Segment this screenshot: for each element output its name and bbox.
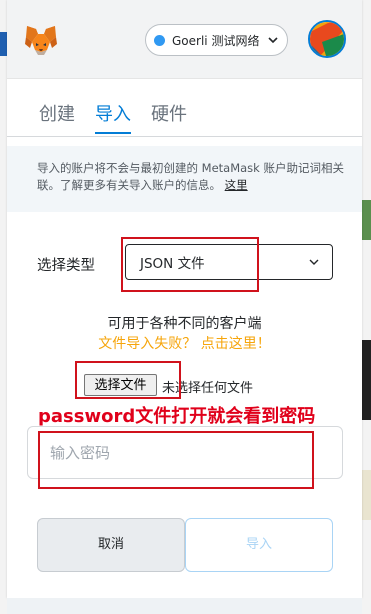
notice-link[interactable]: 这里 [225, 178, 248, 192]
choose-file-button[interactable]: 选择文件 [84, 374, 157, 396]
background-block [362, 470, 371, 520]
tab-import[interactable]: 导入 [95, 98, 131, 134]
network-status-dot [154, 34, 165, 46]
header: Goerli 测试网络 [7, 0, 362, 79]
notice-text: 导入的账户将不会与最初创建的 MetaMask 账户助记词相关联。了解更多有关导… [37, 161, 344, 192]
file-status-text: 未选择任何文件 [162, 381, 254, 396]
metamask-fox-icon[interactable] [23, 22, 59, 58]
import-failed-link[interactable]: 文件导入失败？ 点击这里！ [7, 333, 362, 353]
import-notice: 导入的账户将不会与最初创建的 MetaMask 账户助记词相关联。了解更多有关导… [7, 146, 362, 212]
tab-hardware[interactable]: 硬件 [151, 98, 187, 132]
cancel-button[interactable]: 取消 [37, 518, 185, 572]
import-type-value: JSON 文件 [140, 256, 205, 272]
select-type-label: 选择类型 [37, 258, 95, 274]
account-avatar-icon[interactable] [308, 20, 346, 58]
background-block [362, 340, 371, 420]
tab-divider [7, 136, 362, 137]
chevron-down-icon [268, 37, 278, 44]
tab-bar: 创建 导入 硬件 [7, 98, 362, 134]
annotation-text: password文件打开就会看到密码 [38, 406, 316, 427]
background-page-right [362, 0, 371, 614]
metamask-popup: Goerli 测试网络 创建 导入 硬件 导入的账户将不会与最初创建的 Meta… [7, 0, 362, 598]
background-page-bottom [7, 598, 362, 614]
network-selector[interactable]: Goerli 测试网络 [145, 24, 288, 56]
background-block [362, 200, 371, 240]
password-input[interactable] [27, 426, 343, 479]
chevron-down-icon [309, 259, 319, 265]
tab-create[interactable]: 创建 [39, 98, 75, 132]
import-type-dropdown[interactable]: JSON 文件 [125, 244, 333, 280]
supported-clients-text: 可用于各种不同的客户端 [107, 316, 262, 332]
background-tab [0, 32, 7, 56]
import-button[interactable]: 导入 [185, 518, 333, 572]
network-label: Goerli 测试网络 [172, 33, 260, 48]
background-page-left [0, 0, 7, 614]
